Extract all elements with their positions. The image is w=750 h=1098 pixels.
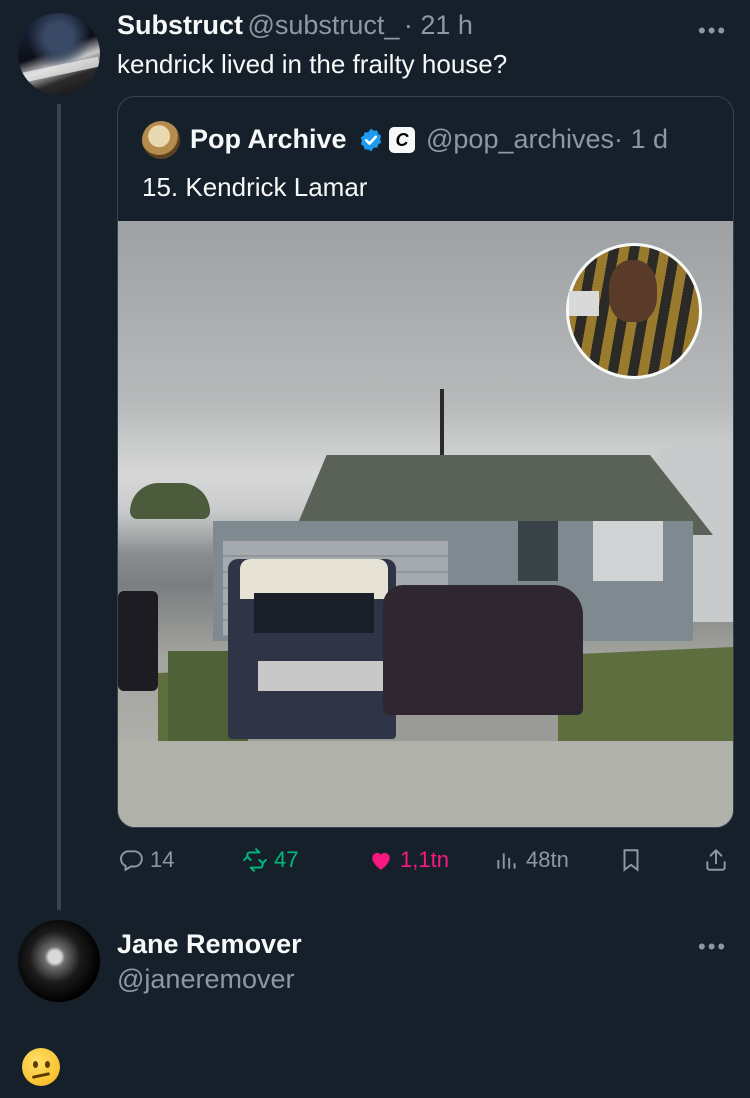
van-windshield <box>254 593 374 633</box>
quote-handle-time: @pop_archives· 1 d <box>426 124 668 155</box>
confused-face-emoji-icon <box>22 1048 60 1086</box>
reply-author-handle[interactable]: @janeremover <box>117 964 294 995</box>
repost-button[interactable]: 47 <box>242 845 298 875</box>
van-grille <box>258 661 393 691</box>
quote-media-image[interactable] <box>118 221 733 827</box>
quote-author-handle[interactable]: @pop_archives <box>426 124 614 154</box>
views-icon <box>497 853 516 869</box>
sidewalk <box>118 741 733 827</box>
quote-time[interactable]: · 1 d <box>614 124 668 154</box>
author-handle[interactable]: @substruct_ <box>247 10 399 40</box>
minivan <box>383 585 583 715</box>
parked-car <box>118 591 158 691</box>
quoted-tweet[interactable]: Pop Archive C @pop_archives· 1 d 15. Ken… <box>117 96 734 828</box>
quote-author-name[interactable]: Pop Archive <box>190 124 347 155</box>
repost-count: 47 <box>274 847 299 872</box>
views-button[interactable]: 48tn <box>494 845 569 875</box>
share-icon <box>706 849 726 871</box>
quote-text: 15. Kendrick Lamar <box>142 172 368 202</box>
like-count: 1,1tn <box>400 847 449 872</box>
views-count: 48tn <box>526 847 569 872</box>
repost-icon <box>243 848 267 872</box>
bookmark-icon <box>623 849 639 872</box>
heart-icon <box>372 852 390 870</box>
house-window <box>593 521 663 581</box>
like-button[interactable]: 1,1tn <box>368 845 449 875</box>
tree <box>130 483 210 519</box>
author-name[interactable]: Substruct <box>117 10 243 40</box>
more-options-icon[interactable]: ••• <box>698 18 727 44</box>
reply-icon <box>120 850 143 872</box>
reply-count: 14 <box>150 847 175 872</box>
thread-line <box>57 104 61 910</box>
tweet-header: Substruct @substruct_ · 21 h <box>117 10 473 41</box>
author-avatar[interactable] <box>18 13 100 95</box>
tweet-text: kendrick lived in the frailty house? <box>117 49 508 79</box>
reply-button[interactable]: 14 <box>118 845 174 875</box>
tweet-time[interactable]: · 21 h <box>404 10 473 40</box>
bookmark-button[interactable] <box>618 845 644 875</box>
share-button[interactable] <box>703 845 729 875</box>
affiliate-badge-icon[interactable]: C <box>389 127 415 153</box>
quote-author-avatar[interactable] <box>142 121 180 159</box>
house-window <box>518 521 558 581</box>
kendrick-portrait-inset <box>566 243 702 379</box>
reply-author-name[interactable]: Jane Remover <box>117 929 302 960</box>
reply-author-avatar[interactable] <box>18 920 100 1002</box>
reply-more-options-icon[interactable]: ••• <box>698 934 727 960</box>
verified-badge-icon <box>360 128 382 152</box>
